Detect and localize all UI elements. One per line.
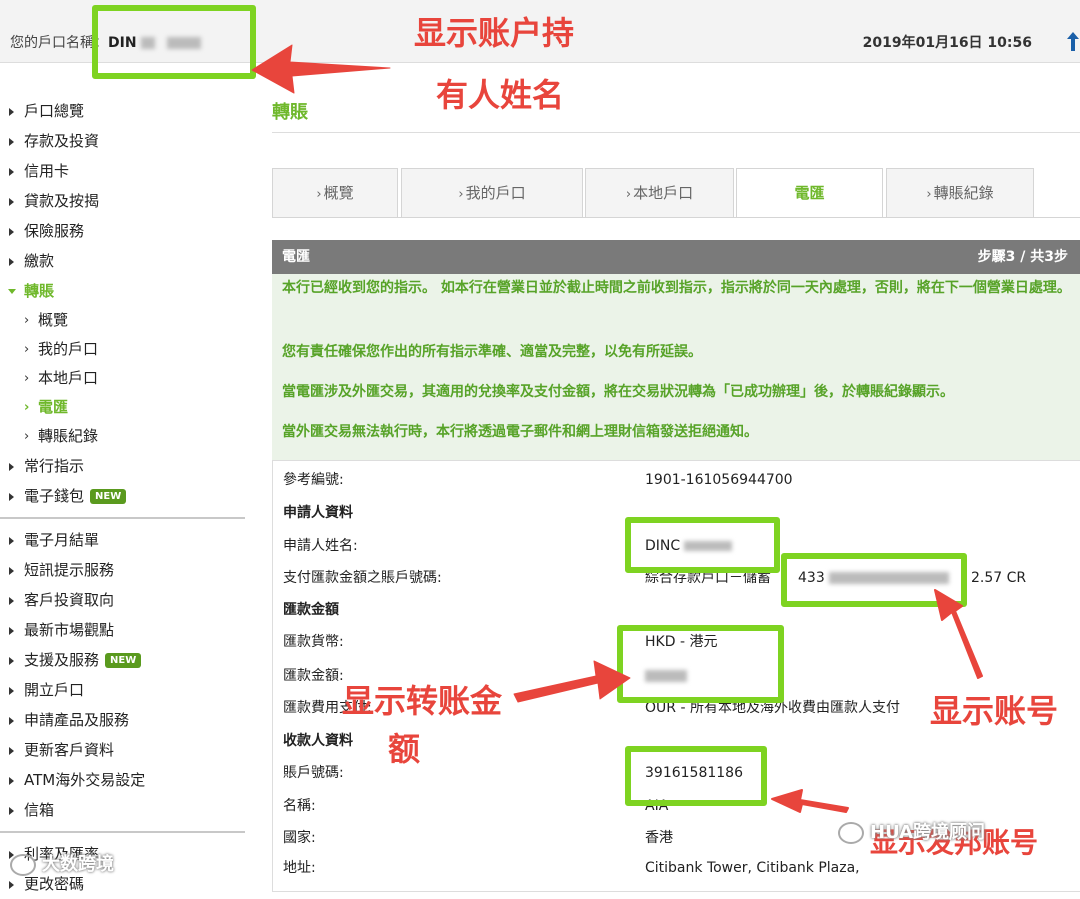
watermark-left: 大数跨境 xyxy=(10,850,114,876)
wechat-icon xyxy=(10,854,36,876)
annotation-holder-name-line2: 有人姓名 xyxy=(436,76,565,114)
annotation-holder-name-line1: 显示账户持 xyxy=(414,14,575,52)
annotation-account-number: 显示账号 xyxy=(930,692,1059,730)
watermark-left-text: 大数跨境 xyxy=(42,854,114,875)
annotation-arrows xyxy=(251,44,983,813)
watermark-right: HUA跨境顾问 xyxy=(838,818,985,844)
watermark-right-text: HUA跨境顾问 xyxy=(870,822,986,843)
wechat-icon xyxy=(838,822,864,844)
annotation-amount-line1: 显示转账金 xyxy=(342,682,503,720)
annotation-amount-line2: 额 xyxy=(388,730,421,768)
